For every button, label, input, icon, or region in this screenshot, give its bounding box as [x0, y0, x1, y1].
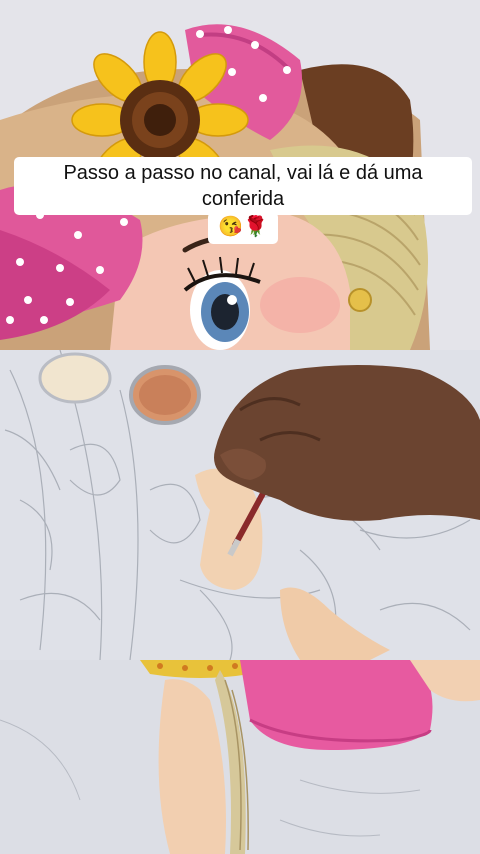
video-caption: Passo a passo no canal, vai lá e dá uma …	[14, 157, 472, 244]
caption-line-1: Passo a passo no canal, vai lá e dá uma …	[14, 157, 472, 215]
painting-process-panel	[0, 350, 480, 660]
caption-line-2-emojis: 😘🌹	[208, 212, 278, 244]
doll-detail-image	[0, 660, 480, 854]
hand-painting-image	[0, 350, 480, 660]
doll-detail-panel	[0, 660, 480, 854]
